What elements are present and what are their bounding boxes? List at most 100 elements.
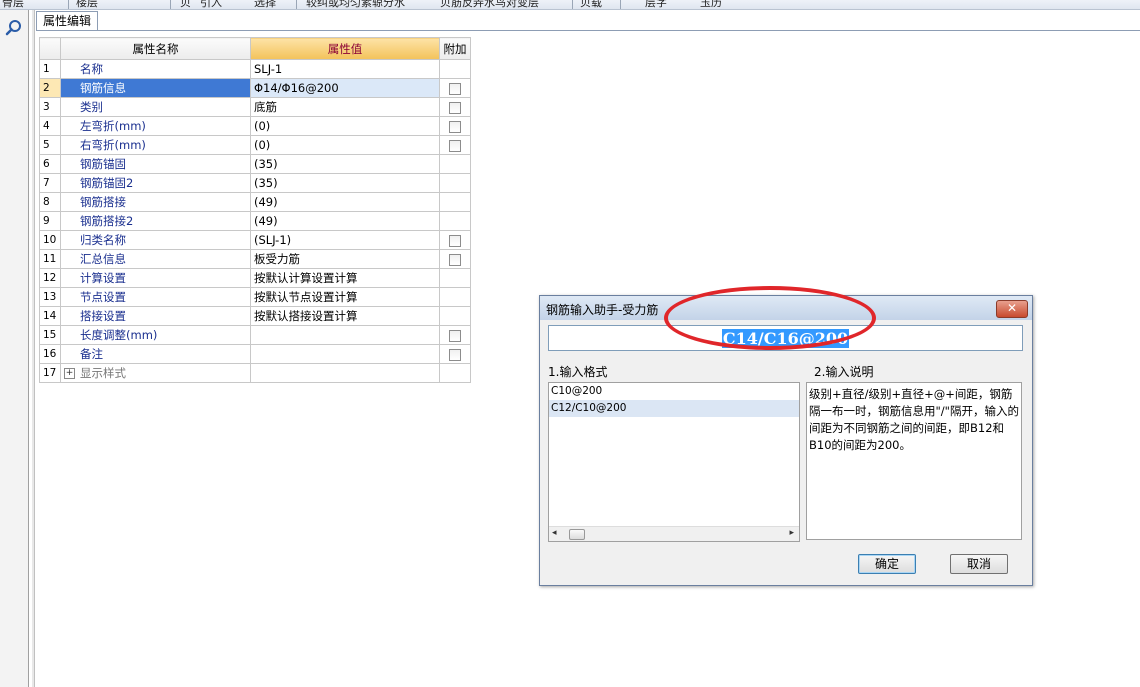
tab-divider [36,30,1140,31]
property-name-cell: 钢筋搭接2 [60,211,251,231]
tab-property-editor[interactable]: 属性编辑 [36,11,99,31]
property-name: 钢筋信息 [80,81,126,95]
table-header-row: 属性名称 属性值 附加 [39,37,471,60]
toolbar-floor-select[interactable]: 楼层 [76,0,98,9]
property-name: 计算设置 [80,271,126,285]
table-row[interactable]: 13 节点设置 按默认节点设置计算 [39,287,471,307]
property-value-cell[interactable]: (0) [250,116,440,136]
table-row[interactable]: 11 汇总信息 板受力筋 [39,249,471,269]
table-row[interactable]: 1 名称 SLJ-1 [39,59,471,79]
list-item[interactable]: C10@200 [549,383,799,400]
property-value-cell[interactable]: (49) [250,211,440,231]
property-value-cell[interactable]: 底筋 [250,97,440,117]
table-row[interactable]: 8 钢筋搭接 (49) [39,192,471,212]
property-name-cell: 计算设置 [60,268,251,288]
cancel-button[interactable]: 取消 [950,554,1008,574]
column-header-name[interactable]: 属性名称 [60,37,251,60]
row-index: 14 [39,306,61,326]
property-value-cell[interactable]: SLJ-1 [250,59,440,79]
property-value-cell[interactable]: (SLJ-1) [250,230,440,250]
property-value-cell[interactable] [250,344,440,364]
property-name-cell: 长度调整(mm) [60,325,251,345]
table-row[interactable]: 5 右弯折(mm) (0) [39,135,471,155]
format-section-label: 1.输入格式 [548,365,608,379]
table-row[interactable]: 14 搭接设置 按默认搭接设置计算 [39,306,471,326]
toolbar-separator [296,0,297,9]
extra-cell [439,249,471,269]
row-index: 12 [39,268,61,288]
extra-checkbox[interactable] [449,234,461,247]
toolbar-item[interactable]: 玉历 [700,0,722,9]
property-value-cell[interactable]: 板受力筋 [250,249,440,269]
toolbar-item[interactable]: 层字 [645,0,667,9]
extra-cell [439,287,471,307]
dialog-title: 钢筋输入助手-受力筋 [546,303,659,317]
expand-icon[interactable]: + [64,368,75,379]
extra-cell [439,268,471,288]
toolbar-item[interactable]: 选择 [254,0,276,9]
close-button[interactable]: ✕ [996,300,1028,318]
property-value-cell[interactable] [250,325,440,345]
table-row[interactable]: 15 长度调整(mm) [39,325,471,345]
property-value-cell[interactable]: Φ14/Φ16@200 [250,78,440,98]
property-value-cell[interactable]: (0) [250,135,440,155]
list-item[interactable]: C12/C10@200 [549,400,799,417]
extra-cell [439,211,471,231]
extra-checkbox[interactable] [449,101,461,114]
property-name: 钢筋搭接 [80,195,126,209]
scroll-left-icon[interactable]: ◂ [552,528,557,538]
toolbar-item[interactable]: 引入 [200,0,222,9]
toolbar-item[interactable]: 较纠或均匀素辌分水 [306,0,405,9]
column-header-extra[interactable]: 附加 [439,37,471,60]
property-name: 钢筋锚固 [80,157,126,171]
property-name: 显示样式 [80,366,126,380]
property-name-cell: 汇总信息 [60,249,251,269]
property-value-cell[interactable]: 按默认搭接设置计算 [250,306,440,326]
property-name-cell: 搭接设置 [60,306,251,326]
property-name-cell: 钢筋信息 [60,78,251,98]
format-list[interactable]: C10@200 C12/C10@200 ◂ ▸ [548,382,800,542]
horizontal-scrollbar[interactable]: ◂ ▸ [549,526,799,541]
extra-checkbox[interactable] [449,348,461,361]
extra-checkbox[interactable] [449,139,461,152]
table-row[interactable]: 17 + 显示样式 [39,363,471,383]
search-icon[interactable] [4,18,24,38]
extra-checkbox[interactable] [449,253,461,266]
table-row[interactable]: 7 钢筋锚固2 (35) [39,173,471,193]
extra-checkbox[interactable] [449,120,461,133]
extra-cell [439,59,471,79]
property-value-cell[interactable]: (49) [250,192,440,212]
ok-button[interactable]: 确定 [858,554,916,574]
extra-checkbox[interactable] [449,82,461,95]
toolbar-item[interactable]: 贝载 [580,0,602,9]
table-row[interactable]: 10 归类名称 (SLJ-1) [39,230,471,250]
property-name-cell: + 显示样式 [60,363,251,383]
extra-checkbox[interactable] [449,329,461,342]
property-value-cell[interactable]: (35) [250,173,440,193]
panel-splitter[interactable] [32,10,35,687]
toolbar-item[interactable]: 贝 [180,0,191,9]
column-header-value[interactable]: 属性值 [250,37,440,60]
scroll-right-icon[interactable]: ▸ [789,528,794,538]
table-row[interactable]: 6 钢筋锚固 (35) [39,154,471,174]
table-row[interactable]: 12 计算设置 按默认计算设置计算 [39,268,471,288]
extra-cell [439,306,471,326]
property-name-cell: 归类名称 [60,230,251,250]
left-side-panel [0,10,29,687]
property-value-cell[interactable]: (35) [250,154,440,174]
property-value-cell[interactable] [250,363,440,383]
property-value-cell[interactable]: 按默认计算设置计算 [250,268,440,288]
table-row[interactable]: 4 左弯折(mm) (0) [39,116,471,136]
property-value-cell[interactable]: 按默认节点设置计算 [250,287,440,307]
toolbar-item[interactable]: 贝筋反弄水鸟对变层 [440,0,539,9]
table-row[interactable]: 2 钢筋信息 Φ14/Φ16@200 [39,78,471,98]
column-header-index [39,37,61,60]
table-row[interactable]: 3 类别 底筋 [39,97,471,117]
row-index: 8 [39,192,61,212]
scroll-thumb[interactable] [569,529,585,540]
property-name-cell: 右弯折(mm) [60,135,251,155]
toolbar-separator [572,0,573,9]
table-row[interactable]: 16 备注 [39,344,471,364]
toolbar-item[interactable]: 骨层 [2,0,24,9]
table-row[interactable]: 9 钢筋搭接2 (49) [39,211,471,231]
